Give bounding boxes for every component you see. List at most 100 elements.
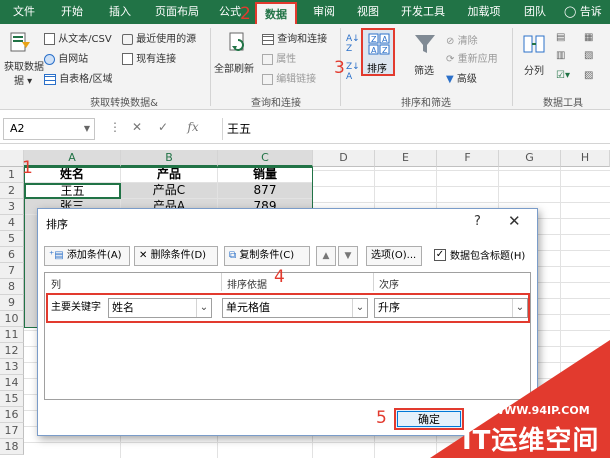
name-box-dropdown-icon[interactable]: ▼	[84, 119, 90, 139]
column-header-d[interactable]: D	[313, 150, 375, 167]
close-button[interactable]: ✕	[508, 212, 521, 230]
row-header[interactable]: 4	[0, 215, 24, 231]
column-header-g[interactable]: G	[499, 150, 561, 167]
list-divider	[221, 273, 222, 291]
tab-developer[interactable]: 开发工具	[396, 0, 450, 24]
move-up-button[interactable]: ▲	[316, 246, 336, 266]
add-level-button[interactable]: ⁺▤ 添加条件(A)	[44, 246, 130, 266]
row-header[interactable]: 15	[0, 391, 24, 407]
delete-level-button[interactable]: ✕ 删除条件(D)	[134, 246, 218, 266]
row-header[interactable]: 14	[0, 375, 24, 391]
edit-links-button[interactable]: 编辑链接	[262, 70, 316, 85]
chevron-down-icon: ⌄	[196, 299, 211, 317]
properties-button[interactable]: 属性	[262, 50, 296, 65]
sort-button[interactable]: Z A A Z 排序	[361, 28, 395, 76]
insert-function-button[interactable]: fx	[184, 120, 202, 138]
formula-input[interactable]: 王五	[222, 118, 608, 140]
more-icon: ⋮	[109, 120, 121, 134]
text-file-icon	[44, 33, 55, 45]
row-header[interactable]: 10	[0, 311, 24, 327]
tab-addins[interactable]: 加载项	[462, 0, 506, 24]
text-to-columns-button[interactable]: 分列	[524, 62, 544, 77]
order-select[interactable]: 升序 ⌄	[374, 298, 528, 318]
get-data-button[interactable]: 获取数据	[4, 58, 44, 73]
copy-level-button[interactable]: ⧉ 复制条件(C)	[224, 246, 310, 266]
row-header[interactable]: 9	[0, 295, 24, 311]
from-text-button[interactable]: 从文本/CSV	[44, 30, 112, 45]
get-data-dropdown[interactable]: 据 ▾	[14, 72, 32, 87]
tab-view[interactable]: 视图	[350, 0, 386, 24]
annotation-4: 4	[274, 267, 285, 287]
tab-file[interactable]: 文件	[6, 0, 42, 24]
name-box[interactable]: A2 ▼	[3, 118, 95, 140]
has-headers-checkbox[interactable]: ✓	[434, 249, 446, 261]
tab-review[interactable]: 审阅	[306, 0, 342, 24]
relationships-icon[interactable]: ▧	[584, 50, 593, 61]
watermark-url: WWW.94IP.COM	[492, 404, 590, 417]
consolidate-icon[interactable]: ▦	[584, 32, 593, 43]
sort-desc-icon[interactable]: Z↓ A	[346, 62, 360, 82]
flash-fill-icon[interactable]: ▤	[556, 32, 565, 43]
group-label-data-tools: 数据工具	[543, 98, 583, 109]
move-down-button[interactable]: ▼	[338, 246, 358, 266]
from-web-button[interactable]: 自网站	[44, 50, 88, 65]
sort-on-select[interactable]: 单元格值 ⌄	[222, 298, 368, 318]
row-header[interactable]: 2	[0, 183, 24, 199]
filter-icon	[415, 35, 435, 53]
row-header[interactable]: 5	[0, 231, 24, 247]
data-validation-icon[interactable]: ☑▾	[556, 70, 570, 81]
group-label-get-data: 获取转换数据&	[90, 98, 158, 109]
cancel-formula-icon[interactable]: ✕	[128, 120, 146, 138]
svg-text:A: A	[382, 35, 388, 44]
row-header[interactable]: 17	[0, 423, 24, 439]
column-header-e[interactable]: E	[375, 150, 437, 167]
tab-team[interactable]: 团队	[520, 0, 550, 24]
recent-sources-button[interactable]: 最近使用的源	[122, 30, 196, 45]
clear-button[interactable]: ⊘ 清除	[446, 32, 478, 47]
filter-button[interactable]: 筛选	[414, 62, 434, 77]
has-headers-label: 数据包含标题(H)	[450, 251, 526, 262]
options-button[interactable]: 选项(O)...	[366, 246, 422, 266]
reapply-button[interactable]: ⟳ 重新应用	[446, 50, 498, 65]
refresh-all-icon	[229, 32, 244, 51]
advanced-button[interactable]: ▼ 高级	[446, 70, 477, 85]
row-header[interactable]: 1	[0, 167, 24, 183]
tab-data[interactable]: 数据	[255, 2, 297, 24]
row-header[interactable]: 7	[0, 263, 24, 279]
row-header[interactable]: 13	[0, 359, 24, 375]
tab-page-layout[interactable]: 页面布局	[150, 0, 204, 24]
column-header-b[interactable]: B	[121, 150, 218, 167]
ribbon-tab-bar: 文件 开始 插入 页面布局 公式 数据 审阅 视图 开发工具 加载项 团队 ◯ …	[0, 0, 610, 24]
refresh-all-button[interactable]: 全部刷新	[214, 60, 254, 75]
column-header-h[interactable]: H	[561, 150, 610, 167]
watermark-brand: IT运维空间	[462, 426, 600, 456]
row-header[interactable]: 8	[0, 279, 24, 295]
row-header[interactable]: 16	[0, 407, 24, 423]
sort-asc-icon[interactable]: A↓ Z	[346, 34, 360, 54]
sort-level-row: 主要关键字 姓名 ⌄ 单元格值 ⌄ 升序 ⌄	[46, 293, 530, 323]
row-header[interactable]: 12	[0, 343, 24, 359]
row-header[interactable]: 11	[0, 327, 24, 343]
row-header[interactable]: 3	[0, 199, 24, 215]
existing-connections-button[interactable]: 现有连接	[122, 50, 176, 65]
tell-me[interactable]: ◯ 告诉	[564, 0, 610, 24]
edit-links-icon	[262, 73, 273, 85]
data-model-icon[interactable]: ▨	[584, 70, 593, 81]
tab-insert[interactable]: 插入	[100, 0, 140, 24]
column-select[interactable]: 姓名 ⌄	[108, 298, 212, 318]
help-button[interactable]: ?	[474, 214, 481, 229]
column-header-f[interactable]: F	[437, 150, 499, 167]
row-header[interactable]: 6	[0, 247, 24, 263]
ok-button[interactable]: 确定	[394, 408, 464, 430]
column-header-c[interactable]: C	[218, 150, 313, 167]
row-header[interactable]: 18	[0, 439, 24, 455]
tab-home[interactable]: 开始	[54, 0, 90, 24]
select-all-corner[interactable]	[0, 150, 24, 167]
from-table-button[interactable]: 自表格/区域	[44, 70, 113, 85]
column-header-a[interactable]: A	[24, 150, 121, 167]
annotation-2: 2	[240, 4, 251, 24]
sort-dialog: 排序 ? ✕ ⁺▤ 添加条件(A) ✕ 删除条件(D) ⧉ 复制条件(C) ▲ …	[37, 208, 538, 436]
queries-connections-button[interactable]: 查询和连接	[262, 30, 327, 45]
enter-formula-icon[interactable]: ✓	[154, 120, 172, 138]
remove-duplicates-icon[interactable]: ▥	[556, 50, 565, 61]
